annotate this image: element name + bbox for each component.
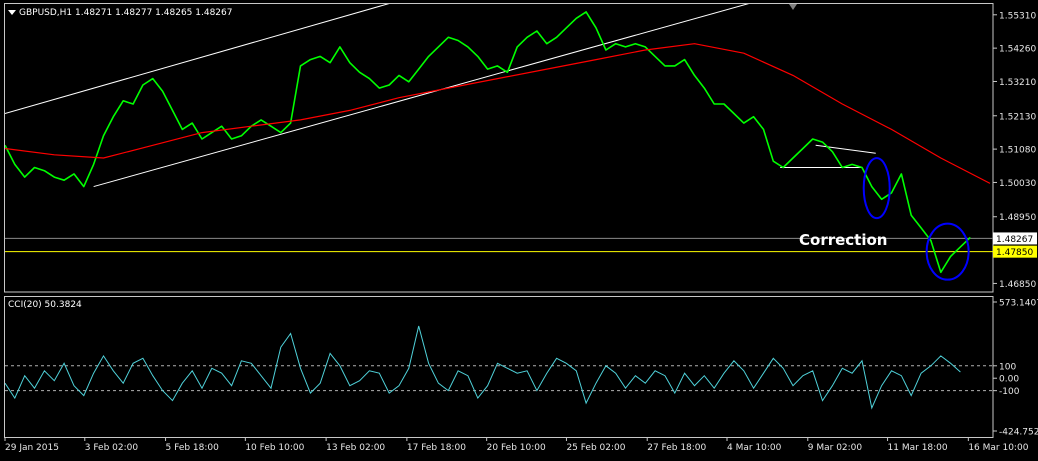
frames: [4, 3, 994, 438]
x-tick-label: 5 Feb 18:00: [166, 443, 220, 453]
main-lines: [5, 4, 993, 253]
x-tick-label: 25 Feb 02:00: [566, 443, 625, 453]
x-tick-label: 17 Feb 18:00: [407, 443, 466, 453]
cci-series-line: [5, 325, 961, 410]
cci-title: CCI(20) 50.3824: [8, 300, 82, 310]
overlays: Correction: [799, 157, 970, 281]
cci-panel: CCI(20) 50.3824 573.1407 100 0.00 -100 -424.7…: [5, 299, 1038, 438]
dropdown-icon: [8, 10, 16, 15]
cci-y-tick-label: -424.7525: [999, 428, 1038, 438]
chart-svg: Correction CCI(20) 50.3824 573.1407 100 0.0…: [4, 3, 1038, 453]
x-tick-label: 27 Feb 18:00: [647, 443, 706, 453]
moving-average-line: [5, 43, 991, 184]
y-tick-label: 1.50030: [999, 179, 1036, 189]
trend-line: [815, 144, 876, 154]
cci-y-tick-label: -100: [999, 387, 1020, 397]
chart-root: Correction CCI(20) 50.3824 573.1407 100 0.0…: [0, 0, 1038, 457]
cci-y-tick-label: 0.00: [999, 375, 1019, 385]
x-tick-label: 11 Mar 18:00: [888, 443, 948, 453]
x-tick-label: 13 Feb 02:00: [326, 443, 385, 453]
shift-marker-icon: [789, 4, 797, 10]
x-tick-label: 20 Feb 10:00: [487, 443, 546, 453]
chart-title: GBPUSD,H1 1.48271 1.48277 1.48265 1.4826…: [19, 8, 232, 18]
y-tick-label: 1.53210: [999, 78, 1036, 88]
x-tick-label: 4 Mar 10:00: [727, 443, 782, 453]
cci-y-tick-label: 100: [999, 362, 1016, 372]
y-tick-label: 1.48950: [999, 213, 1036, 223]
y-tick-label: 1.51080: [999, 146, 1036, 156]
y-tick-label: 1.54260: [999, 45, 1036, 55]
x-tick-label: 3 Feb 02:00: [85, 443, 139, 453]
last-price-label: 1.48267: [996, 235, 1033, 245]
highlight-ellipse: [862, 157, 891, 220]
trend-line: [93, 4, 750, 188]
level-label: 1.47850: [996, 248, 1033, 258]
annotation-correction: Correction: [799, 231, 887, 249]
x-tick-label: 9 Mar 02:00: [808, 443, 863, 453]
y-tick-label: 1.55310: [999, 11, 1036, 21]
x-tick-label: 29 Jan 2015: [5, 443, 59, 453]
x-tick-label: 10 Feb 10:00: [245, 443, 304, 453]
y-tick-label: 1.46850: [999, 280, 1036, 290]
cci-y-tick-label: 573.1407: [999, 299, 1038, 309]
y-tick-label: 1.52130: [999, 112, 1036, 122]
x-tick-label: 16 Mar 10:00: [968, 443, 1028, 453]
cci-panel-frame: [4, 296, 994, 438]
